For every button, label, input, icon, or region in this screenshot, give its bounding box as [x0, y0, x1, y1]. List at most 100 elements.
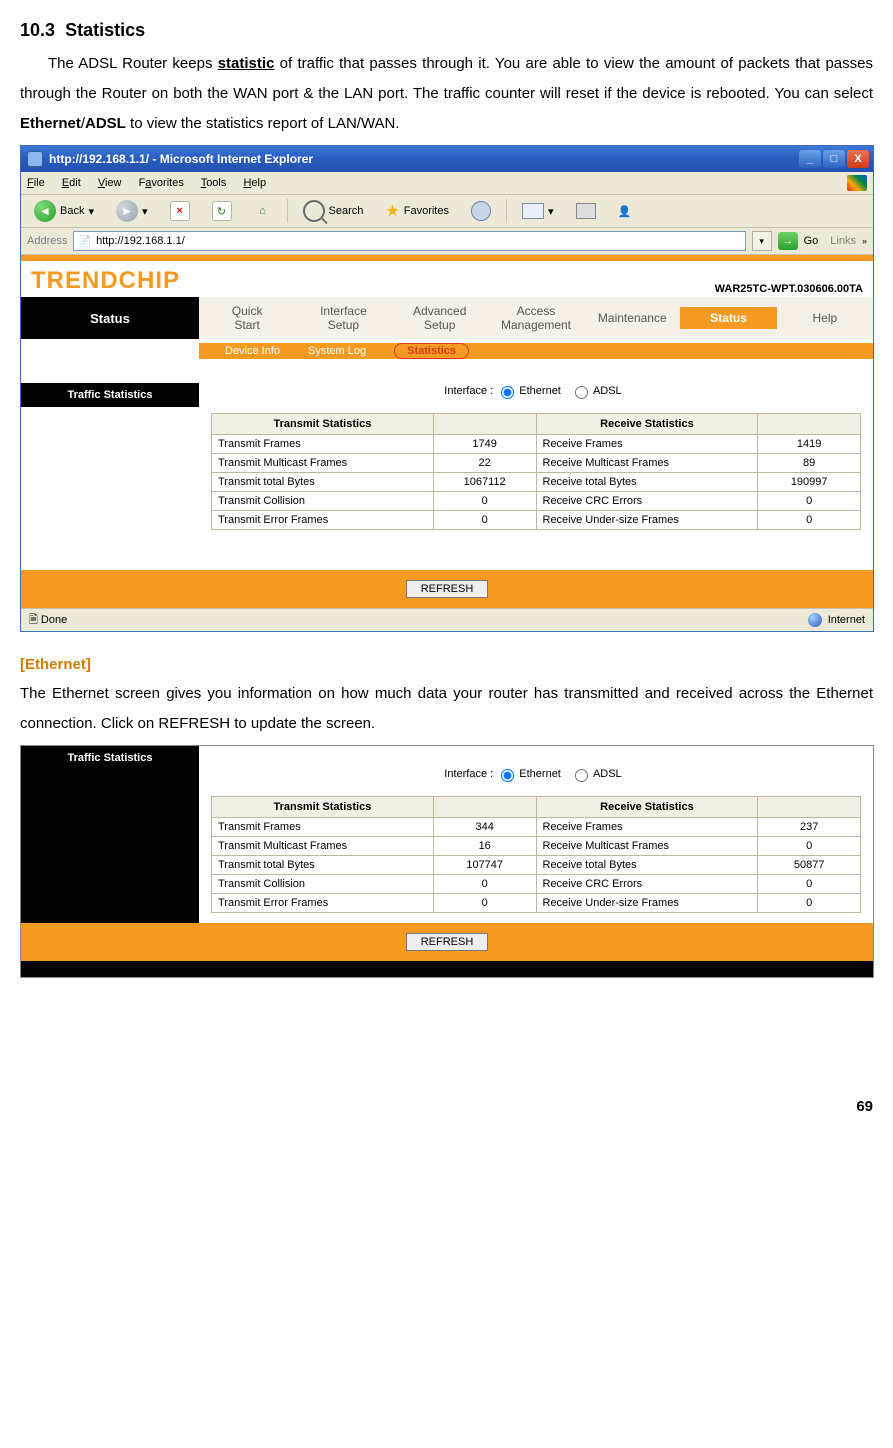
rx-value: 0: [758, 837, 861, 856]
menu-file[interactable]: File: [27, 177, 45, 189]
tx-value: 22: [433, 454, 536, 473]
traffic-statistics-label-2: Traffic Statistics: [21, 746, 199, 770]
stop-button[interactable]: ×: [163, 198, 197, 224]
rx-label: Receive total Bytes: [536, 473, 758, 492]
stats-table-1: Transmit Statistics Receive Statistics T…: [211, 413, 861, 530]
window-minimize-button[interactable]: _: [799, 150, 821, 168]
toolbar: ◄Back ▾ ► ▾ × ↻ ⌂ Search ★Favorites ▾ 👤: [21, 195, 873, 228]
intro-t3: to view the statistics report of LAN/WAN…: [126, 115, 400, 132]
tab-advanced-setup[interactable]: AdvancedSetup: [392, 300, 488, 336]
tab-help[interactable]: Help: [777, 307, 873, 329]
rx-label: Receive CRC Errors: [536, 875, 758, 894]
refresh-icon: ↻: [212, 201, 232, 221]
address-input[interactable]: 📄 http://192.168.1.1/: [73, 231, 745, 251]
print-icon: [576, 203, 596, 219]
rx-label: Receive Frames: [536, 435, 758, 454]
address-dropdown[interactable]: ▾: [752, 231, 772, 251]
tx-value: 0: [433, 511, 536, 530]
window-titlebar: http://192.168.1.1/ - Microsoft Internet…: [21, 146, 873, 172]
table-row: Transmit Collision0Receive CRC Errors0: [212, 875, 861, 894]
rx-value: 190997: [758, 473, 861, 492]
back-label: Back: [60, 205, 84, 217]
traffic-statistics-label: Traffic Statistics: [21, 383, 199, 407]
rx-value: 1419: [758, 435, 861, 454]
tx-label: Transmit Frames: [212, 818, 434, 837]
links-chevron-icon[interactable]: »: [862, 236, 867, 246]
radio-ethernet-2[interactable]: [501, 769, 514, 782]
tab-quick-start[interactable]: QuickStart: [199, 300, 295, 336]
ie-logo-icon: [27, 151, 43, 167]
rx-label: Receive Under-size Frames: [536, 894, 758, 913]
table-row: Transmit Collision0Receive CRC Errors0: [212, 492, 861, 511]
favorites-button[interactable]: ★Favorites: [378, 198, 456, 224]
home-icon: ⌂: [254, 202, 272, 220]
intro-paragraph: The ADSL Router keeps statistic of traff…: [20, 49, 873, 139]
radio-ethernet-label[interactable]: Ethernet: [519, 385, 561, 397]
mail-button[interactable]: ▾: [515, 200, 561, 222]
tx-label: Transmit total Bytes: [212, 473, 434, 492]
ie-status-bar: 🗎 Done Internet: [21, 608, 873, 631]
toolbar-separator-2: [506, 199, 507, 223]
tx-label: Transmit Collision: [212, 492, 434, 511]
menu-view[interactable]: View: [98, 177, 122, 189]
messenger-button[interactable]: 👤: [611, 202, 639, 221]
menu-favorites[interactable]: Favorites: [139, 177, 184, 189]
refresh-button-1[interactable]: REFRESH: [406, 580, 489, 598]
refresh-button[interactable]: ↻: [205, 198, 239, 224]
tab-access-management[interactable]: AccessManagement: [488, 300, 584, 336]
rx-value: 0: [758, 492, 861, 511]
go-button[interactable]: →: [778, 232, 798, 250]
forward-button[interactable]: ► ▾: [109, 197, 155, 225]
radio-adsl-2[interactable]: [575, 769, 588, 782]
rx-value: 50877: [758, 856, 861, 875]
subnav-statistics[interactable]: Statistics: [394, 343, 469, 359]
window-close-button[interactable]: X: [847, 150, 869, 168]
tx-value: 107747: [433, 856, 536, 875]
search-button[interactable]: Search: [296, 197, 371, 225]
tab-status[interactable]: Status: [680, 307, 776, 329]
refresh-button-2[interactable]: REFRESH: [406, 933, 489, 951]
subnav-device-info[interactable]: Device Info: [225, 345, 280, 357]
radio-ethernet[interactable]: [501, 386, 514, 399]
star-icon: ★: [385, 201, 399, 221]
rx-label: Receive Under-size Frames: [536, 511, 758, 530]
tab-maintenance[interactable]: Maintenance: [584, 307, 680, 329]
history-button[interactable]: [464, 198, 498, 224]
intro-adsl: ADSL: [85, 115, 126, 132]
refresh-bar-2: REFRESH: [21, 923, 873, 961]
nav-status-label: Status: [21, 297, 199, 339]
forward-arrow-icon: ►: [116, 200, 138, 222]
section-number: 10.3: [20, 20, 55, 40]
menu-help[interactable]: Help: [243, 177, 266, 189]
back-button[interactable]: ◄Back ▾: [27, 197, 101, 225]
search-icon: [303, 200, 325, 222]
rx-value: 89: [758, 454, 861, 473]
radio-adsl[interactable]: [575, 386, 588, 399]
radio-adsl-label-2[interactable]: ADSL: [593, 768, 622, 780]
refresh-bar-1: REFRESH: [21, 570, 873, 608]
radio-ethernet-label-2[interactable]: Ethernet: [519, 768, 561, 780]
th-transmit: Transmit Statistics: [212, 414, 434, 435]
menu-tools[interactable]: Tools: [201, 177, 227, 189]
tab-interface-setup[interactable]: InterfaceSetup: [295, 300, 391, 336]
tx-value: 0: [433, 894, 536, 913]
radio-adsl-label[interactable]: ADSL: [593, 385, 622, 397]
tx-label: Transmit Multicast Frames: [212, 837, 434, 856]
rx-label: Receive Multicast Frames: [536, 837, 758, 856]
subnav-system-log[interactable]: System Log: [308, 345, 366, 357]
ethernet-heading: [Ethernet]: [20, 656, 873, 673]
window-maximize-button[interactable]: □: [823, 150, 845, 168]
tx-label: Transmit Error Frames: [212, 511, 434, 530]
section-title-text: Statistics: [65, 20, 145, 40]
tx-value: 1749: [433, 435, 536, 454]
print-button[interactable]: [569, 200, 603, 222]
tx-value: 0: [433, 875, 536, 894]
home-button[interactable]: ⌂: [247, 199, 279, 223]
rx-value: 0: [758, 875, 861, 894]
links-label[interactable]: Links: [830, 235, 856, 247]
interface-selector-2: Interface : Ethernet ADSL: [211, 756, 861, 796]
tx-value: 1067112: [433, 473, 536, 492]
internet-zone-icon: [808, 613, 822, 627]
menu-edit[interactable]: Edit: [62, 177, 81, 189]
tx-label: Transmit Collision: [212, 875, 434, 894]
